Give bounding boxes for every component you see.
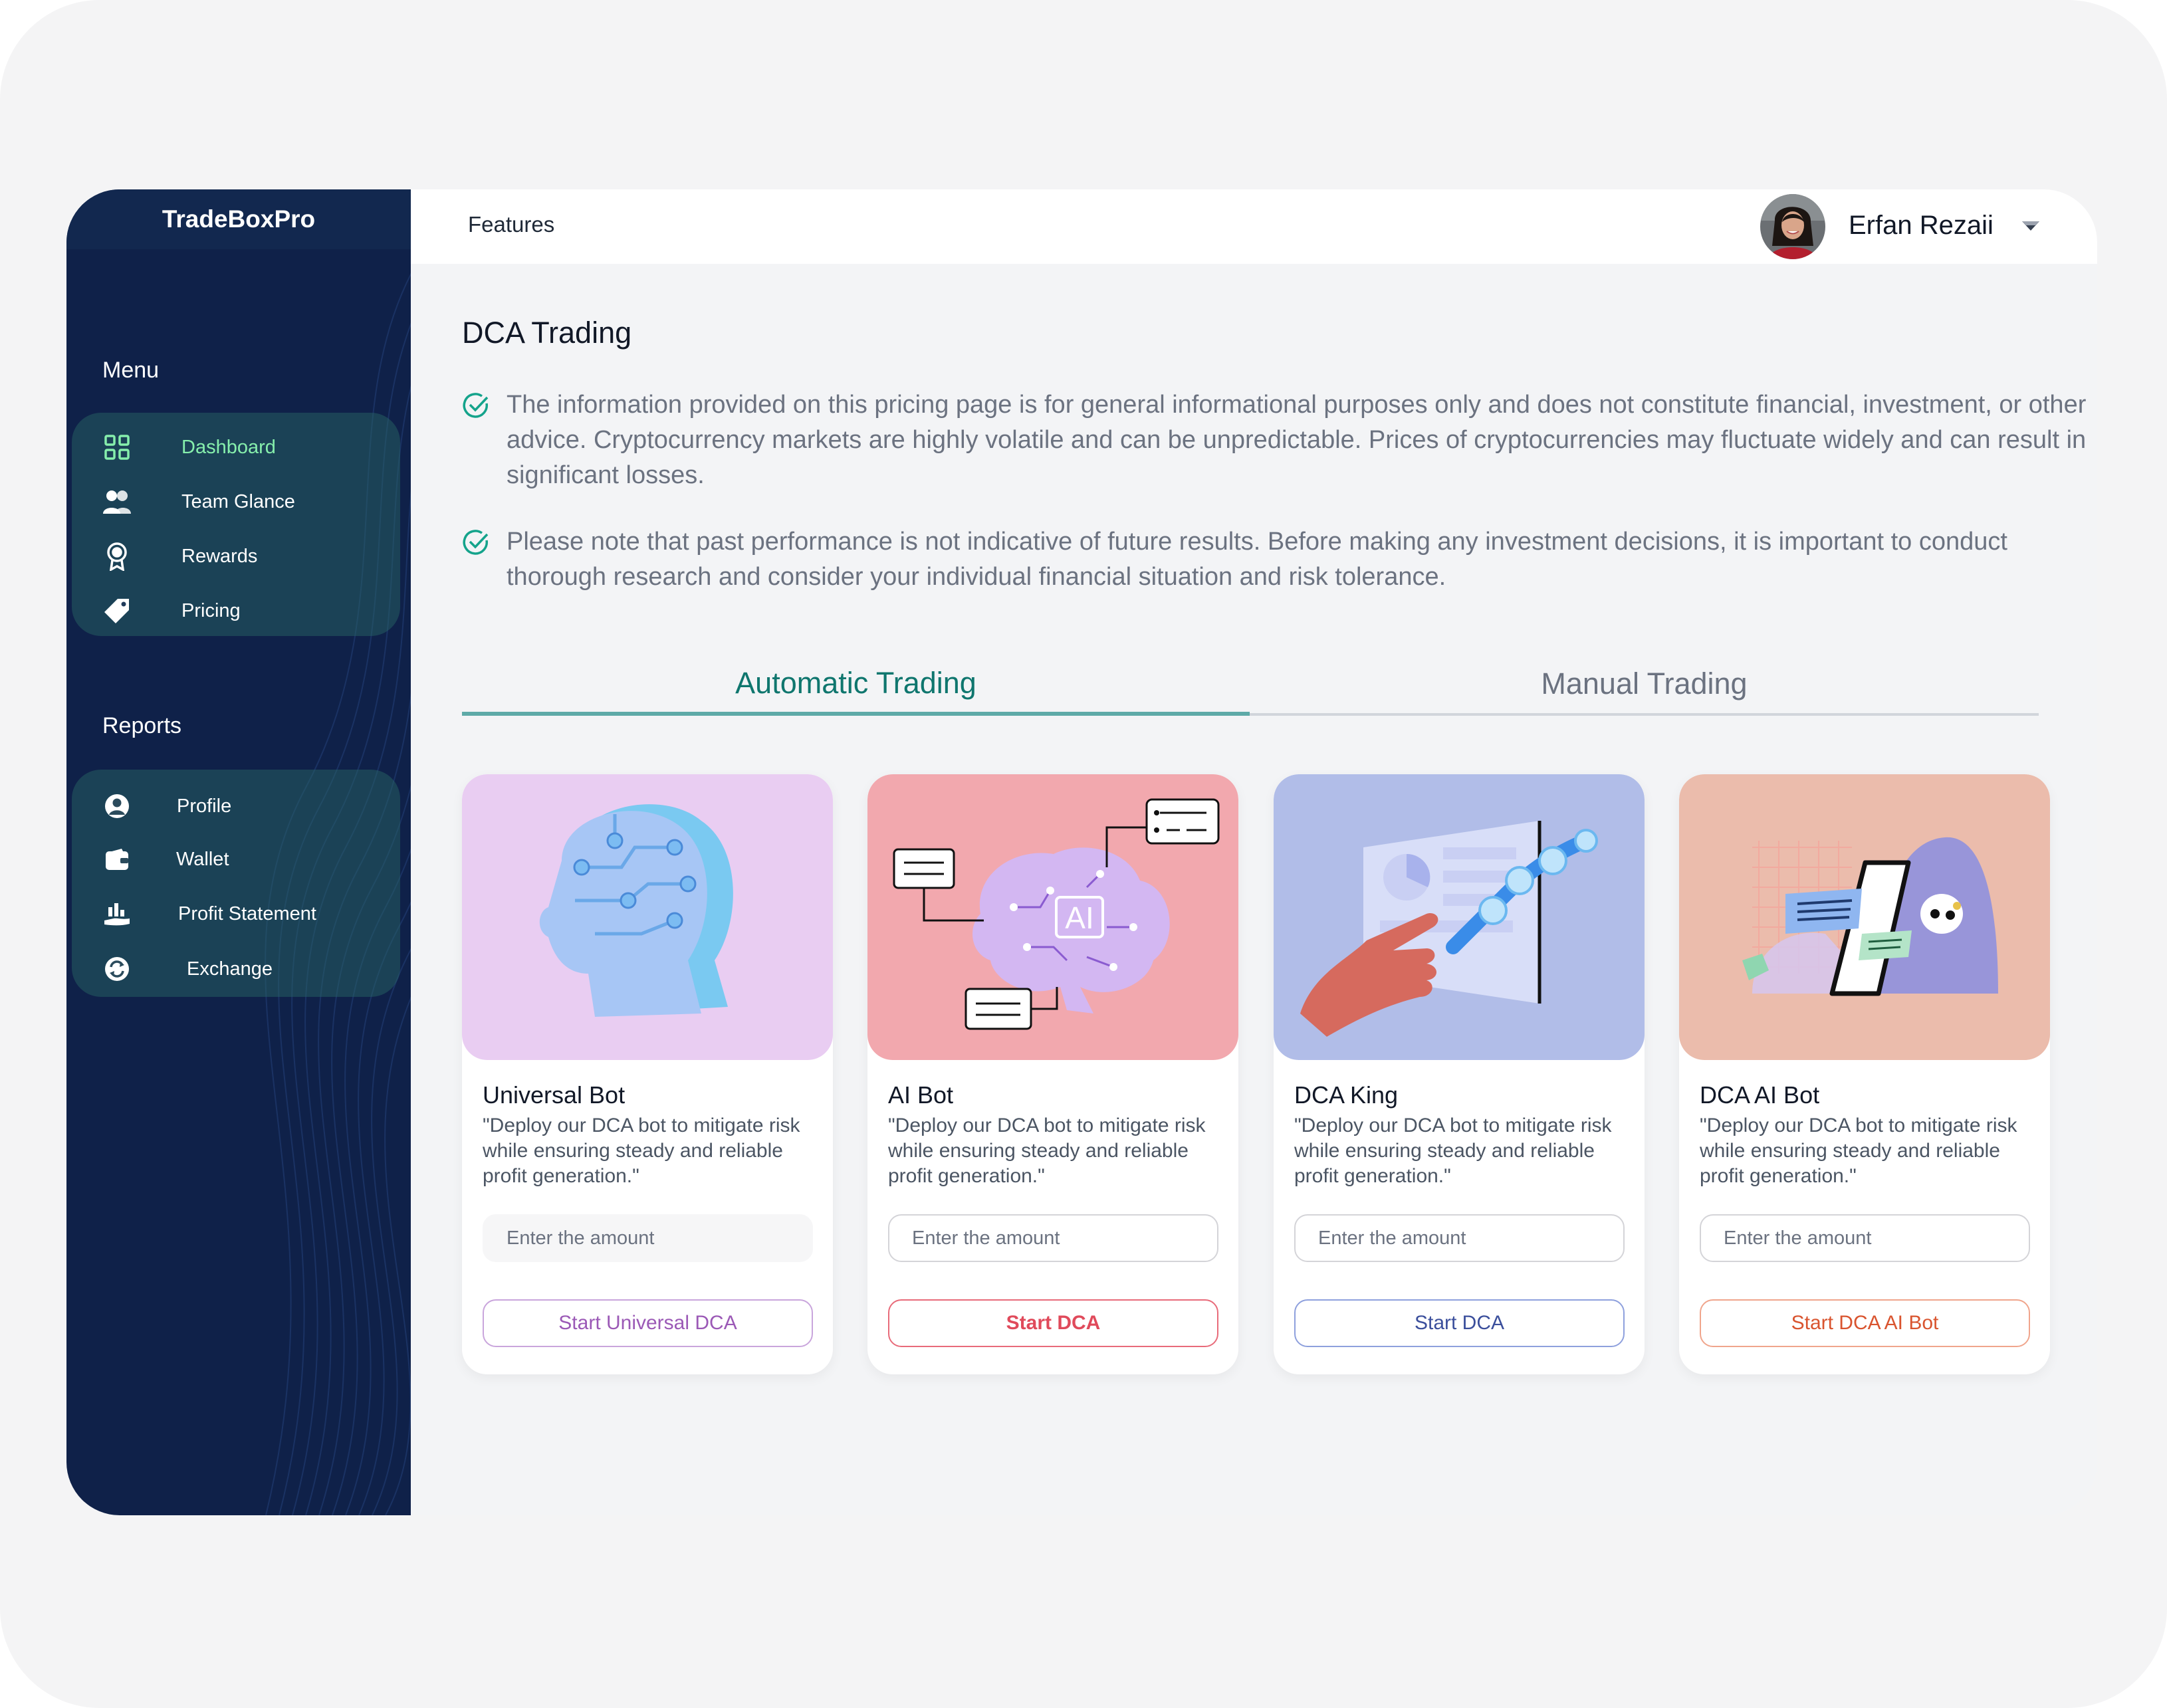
amount-input[interactable]	[1700, 1214, 2030, 1262]
card-description: "Deploy our DCA bot to mitigate risk whi…	[1700, 1115, 2017, 1187]
amount-input[interactable]	[483, 1214, 813, 1262]
svg-text:AI: AI	[1065, 901, 1093, 935]
start-universal-dca-button[interactable]: Start Universal DCA	[483, 1299, 813, 1347]
notice-text: Please note that past performance is not…	[507, 528, 2007, 591]
check-circle-icon	[463, 530, 489, 555]
tab-manual-trading[interactable]: Manual Trading	[1250, 655, 2039, 716]
main-content: The information provided on this pricing…	[66, 189, 2097, 1515]
amount-input[interactable]	[1294, 1214, 1625, 1262]
bot-card-dca-king: DCA King "Deploy our DCA bot to mitigate…	[1274, 774, 1645, 1374]
ai-bot-illustration: AI	[867, 774, 1238, 1060]
card-title: AI Bot	[888, 1081, 954, 1109]
dca-ai-bot-illustration	[1679, 774, 2050, 1060]
start-dca-ai-bot-button[interactable]: Start DCA AI Bot	[1700, 1299, 2030, 1347]
bot-card-universal: Universal Bot "Deploy our DCA bot to mit…	[462, 774, 833, 1374]
universal-bot-illustration	[462, 774, 833, 1060]
card-title: Universal Bot	[483, 1081, 626, 1109]
card-description: "Deploy our DCA bot to mitigate risk whi…	[1294, 1115, 1612, 1187]
start-dca-button[interactable]: Start DCA	[888, 1299, 1218, 1347]
trading-tabs: Automatic Trading Manual Trading	[462, 655, 2039, 716]
amount-input[interactable]	[888, 1214, 1218, 1262]
card-description: "Deploy our DCA bot to mitigate risk whi…	[888, 1115, 1206, 1187]
card-title: DCA AI Bot	[1700, 1081, 1820, 1109]
card-title: DCA King	[1294, 1081, 1399, 1109]
tab-automatic-trading[interactable]: Automatic Trading	[462, 655, 1250, 716]
bot-card-dca-ai: DCA AI Bot "Deploy our DCA bot to mitiga…	[1679, 774, 2050, 1374]
bot-card-ai: AI AI Bot "Deploy our DCA bot to mitigat…	[867, 774, 1238, 1374]
start-dca-button[interactable]: Start DCA	[1294, 1299, 1625, 1347]
check-circle-icon	[463, 393, 489, 418]
dca-king-illustration	[1274, 774, 1645, 1060]
notice-text: The information provided on this pricing…	[507, 391, 2087, 489]
card-description: "Deploy our DCA bot to mitigate risk whi…	[483, 1115, 800, 1187]
